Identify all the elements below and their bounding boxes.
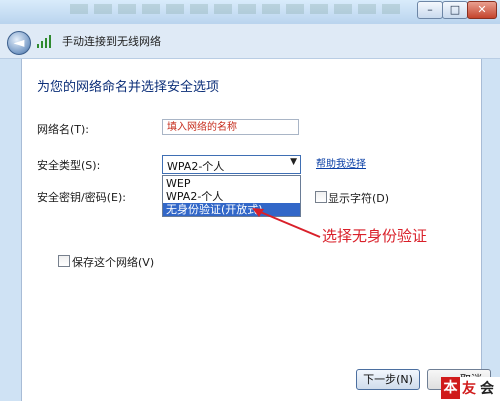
annotation-text: 选择无身份验证 — [322, 227, 428, 245]
security-type-select[interactable]: WPA2-个人 ▼ — [162, 155, 301, 174]
dropdown-option-wep[interactable]: WEP — [163, 177, 300, 190]
security-type-value: WPA2-个人 — [167, 160, 225, 173]
network-name-label: 网络名(T): — [37, 123, 90, 136]
minimize-button[interactable]: – — [417, 1, 443, 19]
back-button[interactable]: ◄ — [7, 31, 31, 55]
wizard-title: 手动连接到无线网络 — [62, 35, 161, 48]
close-icon: ✕ — [477, 3, 487, 16]
page-heading: 为您的网络命名并选择安全选项 — [37, 80, 220, 95]
show-characters-checkbox[interactable] — [315, 191, 327, 203]
maximize-button[interactable]: □ — [442, 1, 468, 19]
help-me-choose-link[interactable]: 帮助我选择 — [316, 155, 366, 170]
save-network-checkbox[interactable] — [58, 255, 70, 267]
blurred-background-text — [70, 4, 400, 14]
next-button[interactable]: 下一步(N) — [356, 369, 420, 390]
wireless-signal-icon — [37, 34, 51, 48]
dropdown-option-wpa2-personal[interactable]: WPA2-个人 — [163, 190, 300, 203]
close-button[interactable]: ✕ — [467, 1, 497, 19]
security-key-label: 安全密钥/密码(E): — [37, 191, 126, 204]
save-network-label: 保存这个网络(V) — [72, 256, 155, 269]
watermark-logo: 本 友 会 — [441, 377, 500, 401]
chevron-down-icon: ▼ — [290, 157, 297, 167]
security-type-label: 安全类型(S): — [37, 159, 101, 172]
show-characters-label: 显示字符(D) — [328, 192, 390, 205]
back-arrow-icon: ◄ — [13, 35, 25, 51]
network-name-input[interactable]: 填入网络的名称 — [162, 119, 299, 135]
watermark-char-1: 本 — [441, 377, 460, 399]
watermark-char-3: 会 — [480, 381, 494, 397]
maximize-icon: □ — [449, 3, 461, 16]
next-button-label: 下一步(N) — [363, 373, 413, 386]
minimize-icon: – — [427, 3, 433, 16]
watermark-char-2: 友 — [462, 381, 476, 397]
annotation-arrow-icon — [252, 208, 321, 238]
